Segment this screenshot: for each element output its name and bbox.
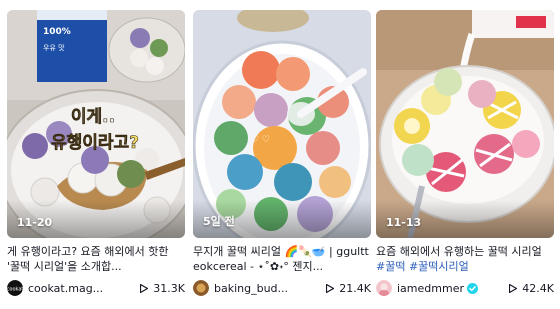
play-icon	[140, 283, 149, 293]
video-date: 11-20	[17, 216, 53, 229]
view-count-value: 21.4K	[339, 281, 371, 295]
svg-text:이게..: 이게..	[71, 107, 115, 127]
video-caption[interactable]: 무지개 꿀떡 씨리얼 🌈🍡🥣 | ggultteokcereal - ⋆˚✿˖°…	[193, 244, 371, 274]
caption-hashtags[interactable]: #꿀떡 #꿀떡시리얼	[376, 260, 469, 273]
username[interactable]: cookat.mag...	[28, 282, 132, 295]
svg-text:cookat: cookat	[7, 287, 23, 293]
video-caption[interactable]: 게 유행이라고? 요즘 해외에서 핫한 '꿀떡 시리얼'을 소개합...	[7, 244, 185, 274]
view-count-value: 42.4K	[522, 281, 554, 295]
video-card[interactable]: 11-13 요즘 해외에서 유행하는 꿀떡 시리얼 #꿀떡 #꿀떡시리얼 iam…	[376, 10, 554, 297]
avatar[interactable]	[193, 280, 209, 296]
video-grid: 100% 우유 맛 이게.. 유행이라고? 11-20 게 유행이라고? 요즘 …	[0, 0, 560, 309]
view-count-value: 31.3K	[153, 281, 185, 295]
username[interactable]: baking_bud...	[214, 282, 318, 295]
video-meta: cookat cookat.mag... 31.3K	[7, 279, 185, 297]
thumbnail-image	[376, 10, 554, 238]
play-icon	[509, 283, 518, 293]
video-thumbnail[interactable]: ♡ ♡ 5일 전	[193, 10, 371, 238]
video-date: 11-13	[386, 216, 422, 229]
svg-text:유행이라고?: 유행이라고?	[51, 133, 139, 153]
avatar[interactable]	[376, 280, 392, 296]
svg-text:우유 맛: 우유 맛	[43, 43, 65, 52]
svg-text:♡ ♡: ♡ ♡	[251, 135, 270, 145]
view-count: 42.4K	[501, 282, 554, 295]
video-caption[interactable]: 요즘 해외에서 유행하는 꿀떡 시리얼 #꿀떡 #꿀떡시리얼	[376, 244, 554, 274]
view-count: 31.3K	[132, 282, 185, 295]
video-thumbnail[interactable]: 11-13	[376, 10, 554, 238]
svg-text:100%: 100%	[43, 27, 71, 37]
video-meta: baking_bud... 21.4K	[193, 279, 371, 297]
video-meta: iamedmmer 42.4K	[376, 279, 554, 297]
verified-badge-icon	[466, 282, 478, 294]
video-card[interactable]: 100% 우유 맛 이게.. 유행이라고? 11-20 게 유행이라고? 요즘 …	[7, 10, 185, 297]
view-count: 21.4K	[318, 282, 371, 295]
video-card[interactable]: ♡ ♡ 5일 전 무지개 꿀떡 씨리얼 🌈🍡🥣 | ggultteokcerea…	[193, 10, 371, 297]
username[interactable]: iamedmmer	[397, 282, 464, 295]
play-icon	[326, 283, 335, 293]
caption-text: 요즘 해외에서 유행하는 꿀떡 시리얼	[376, 245, 542, 258]
video-thumbnail[interactable]: 100% 우유 맛 이게.. 유행이라고? 11-20	[7, 10, 185, 238]
thumbnail-image: ♡ ♡	[193, 10, 371, 238]
avatar[interactable]: cookat	[7, 280, 23, 296]
thumbnail-image: 100% 우유 맛 이게.. 유행이라고?	[7, 10, 185, 238]
video-date: 5일 전	[203, 215, 235, 228]
